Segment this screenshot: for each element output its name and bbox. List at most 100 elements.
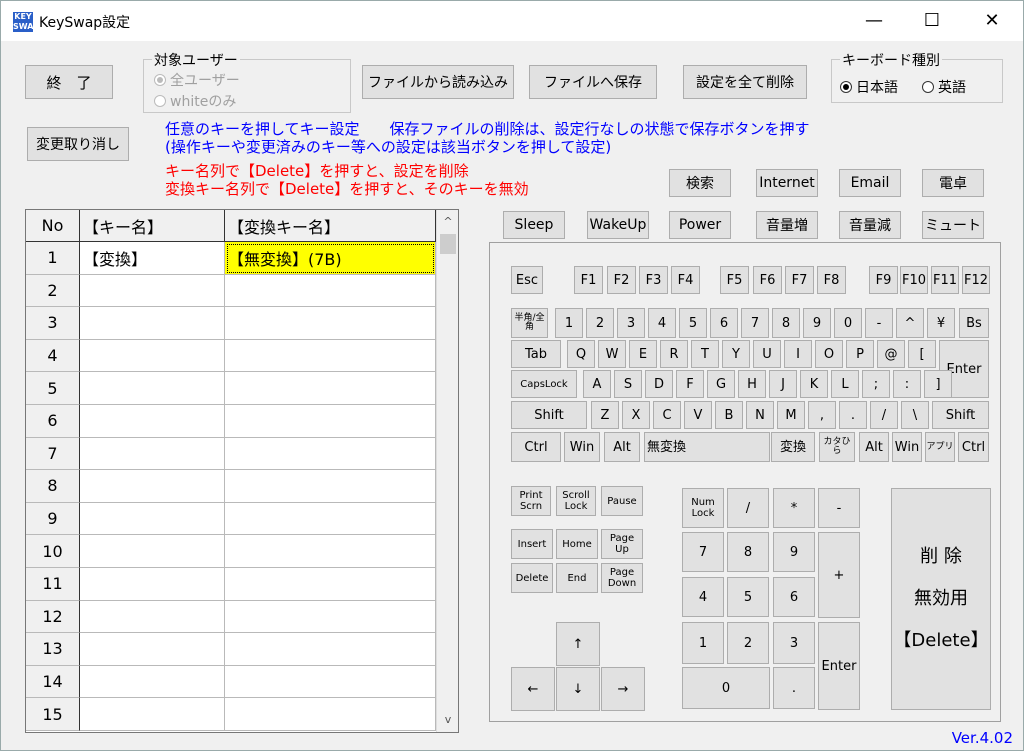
keyboard-key[interactable]: ↓ xyxy=(556,667,600,711)
table-cell-mapped-key[interactable]: 【無変換】(7B) xyxy=(225,242,436,275)
keyboard-key[interactable]: E xyxy=(629,340,657,368)
exit-button[interactable]: 終 了 xyxy=(25,65,113,99)
table-cell-mapped-key[interactable] xyxy=(225,437,436,471)
scroll-thumb[interactable] xyxy=(440,234,456,254)
special-key-button[interactable]: 検索 xyxy=(669,169,731,197)
keyboard-key[interactable]: 6 xyxy=(773,577,815,617)
keyboard-key[interactable]: ] xyxy=(924,370,952,398)
keyboard-key[interactable]: T xyxy=(691,340,719,368)
keyboard-key[interactable]: Ctrl xyxy=(511,432,561,462)
keyboard-key[interactable]: . xyxy=(773,667,815,709)
keyboard-key[interactable]: 2 xyxy=(586,308,614,338)
keyboard-key[interactable]: : xyxy=(893,370,921,398)
table-cell-mapped-key[interactable] xyxy=(225,372,436,405)
keyboard-key[interactable]: F3 xyxy=(639,266,668,294)
keyboard-key[interactable]: Home xyxy=(556,529,598,559)
keyboard-key[interactable]: Tab xyxy=(511,340,561,368)
keyboard-key[interactable]: B xyxy=(715,401,743,429)
keyboard-key[interactable]: F2 xyxy=(607,266,636,294)
keyboard-key[interactable]: F10 xyxy=(900,266,928,294)
radio-all-users[interactable]: 全ユーザー xyxy=(154,70,240,90)
table-cell-key-name[interactable]: 【変換】 xyxy=(80,242,225,275)
undo-button[interactable]: 変更取り消し xyxy=(27,127,129,161)
keyboard-key[interactable]: ¥ xyxy=(927,308,955,338)
keyboard-key[interactable]: - xyxy=(818,488,860,528)
table-cell-key-name[interactable] xyxy=(80,307,225,340)
keyboard-key[interactable]: 5 xyxy=(679,308,707,338)
keyboard-key[interactable]: F6 xyxy=(753,266,782,294)
table-cell-key-name[interactable] xyxy=(80,535,225,568)
keyboard-key[interactable]: 1 xyxy=(555,308,583,338)
keyboard-key[interactable]: F12 xyxy=(962,266,990,294)
table-cell-mapped-key[interactable] xyxy=(225,633,436,666)
table-cell-mapped-key[interactable] xyxy=(225,339,436,373)
special-key-button[interactable]: Email xyxy=(839,169,901,197)
keyboard-key[interactable]: F xyxy=(676,370,704,398)
keyboard-key[interactable]: 7 xyxy=(682,532,724,572)
special-key-button[interactable]: ミュート xyxy=(922,211,984,239)
keyboard-key[interactable]: 7 xyxy=(741,308,769,338)
keyboard-key[interactable]: G xyxy=(707,370,735,398)
special-key-button[interactable]: WakeUp xyxy=(587,211,649,239)
table-cell-mapped-key[interactable] xyxy=(225,600,436,634)
keyboard-key[interactable]: A xyxy=(583,370,611,398)
keyboard-key[interactable]: ; xyxy=(862,370,890,398)
keyboard-key[interactable]: Print Scrn xyxy=(511,486,551,516)
delete-all-button[interactable]: 設定を全て削除 xyxy=(683,65,807,99)
keyboard-key[interactable]: H xyxy=(738,370,766,398)
keyboard-key[interactable]: 半角/全角 xyxy=(511,308,548,338)
keyboard-key[interactable]: \ xyxy=(901,401,929,429)
table-cell-key-name[interactable] xyxy=(80,633,225,666)
keyboard-key[interactable]: M xyxy=(777,401,805,429)
table-cell-mapped-key[interactable] xyxy=(225,568,436,601)
keyboard-key[interactable]: F9 xyxy=(869,266,898,294)
keyboard-key[interactable]: / xyxy=(727,488,769,528)
keyboard-key[interactable]: Scroll Lock xyxy=(556,486,596,516)
keyboard-key[interactable]: 2 xyxy=(727,622,769,664)
special-key-button[interactable]: Sleep xyxy=(503,211,565,239)
keyboard-key[interactable]: N xyxy=(746,401,774,429)
keyboard-key[interactable]: Enter xyxy=(818,622,860,710)
radio-white-only[interactable]: whiteのみ xyxy=(154,91,236,111)
table-cell-mapped-key[interactable] xyxy=(225,470,436,503)
keyboard-key[interactable]: P xyxy=(846,340,874,368)
table-cell-key-name[interactable] xyxy=(80,339,225,373)
scroll-up-icon[interactable]: ^ xyxy=(437,212,458,232)
table-cell-mapped-key[interactable] xyxy=(225,698,436,731)
keyboard-key[interactable]: / xyxy=(870,401,898,429)
maximize-button[interactable]: ☐ xyxy=(909,7,955,35)
scroll-down-icon[interactable]: v xyxy=(437,710,458,730)
keyboard-key[interactable]: F5 xyxy=(720,266,749,294)
keyboard-key[interactable]: Y xyxy=(722,340,750,368)
table-cell-mapped-key[interactable] xyxy=(225,665,436,699)
keyboard-key[interactable]: R xyxy=(660,340,688,368)
delete-disable-key[interactable]: 削 除無効用 【Delete】 xyxy=(891,488,991,710)
keyboard-key[interactable]: ← xyxy=(511,667,555,711)
special-key-button[interactable]: 音量増 xyxy=(756,211,818,239)
keyboard-key[interactable]: Bs xyxy=(959,308,989,338)
keyboard-key[interactable]: 9 xyxy=(773,532,815,572)
keyboard-key[interactable]: Num Lock xyxy=(682,488,724,528)
keyboard-key[interactable]: F8 xyxy=(817,266,846,294)
keyboard-key[interactable]: 1 xyxy=(682,622,724,664)
keyboard-key[interactable]: Delete xyxy=(511,563,553,593)
table-cell-mapped-key[interactable] xyxy=(225,405,436,438)
keyboard-key[interactable]: Ctrl xyxy=(958,432,989,462)
keyboard-key[interactable]: Alt xyxy=(859,432,889,462)
keyboard-key[interactable]: Shift xyxy=(932,401,989,429)
keyboard-key[interactable]: X xyxy=(622,401,650,429)
table-cell-key-name[interactable] xyxy=(80,274,225,308)
keyboard-key[interactable]: F4 xyxy=(671,266,700,294)
keyboard-key[interactable]: V xyxy=(684,401,712,429)
table-cell-mapped-key[interactable] xyxy=(225,502,436,536)
keyboard-key[interactable]: End xyxy=(556,563,598,593)
keyboard-key[interactable]: F7 xyxy=(785,266,814,294)
keyboard-key[interactable]: + xyxy=(818,532,860,618)
special-key-button[interactable]: 音量減 xyxy=(839,211,901,239)
keyboard-key[interactable]: [ xyxy=(908,340,936,368)
keyboard-key[interactable]: L xyxy=(831,370,859,398)
load-file-button[interactable]: ファイルから読み込み xyxy=(362,65,514,99)
keyboard-key[interactable]: 0 xyxy=(682,667,770,709)
table-cell-mapped-key[interactable] xyxy=(225,535,436,568)
keyboard-key[interactable]: J xyxy=(769,370,797,398)
